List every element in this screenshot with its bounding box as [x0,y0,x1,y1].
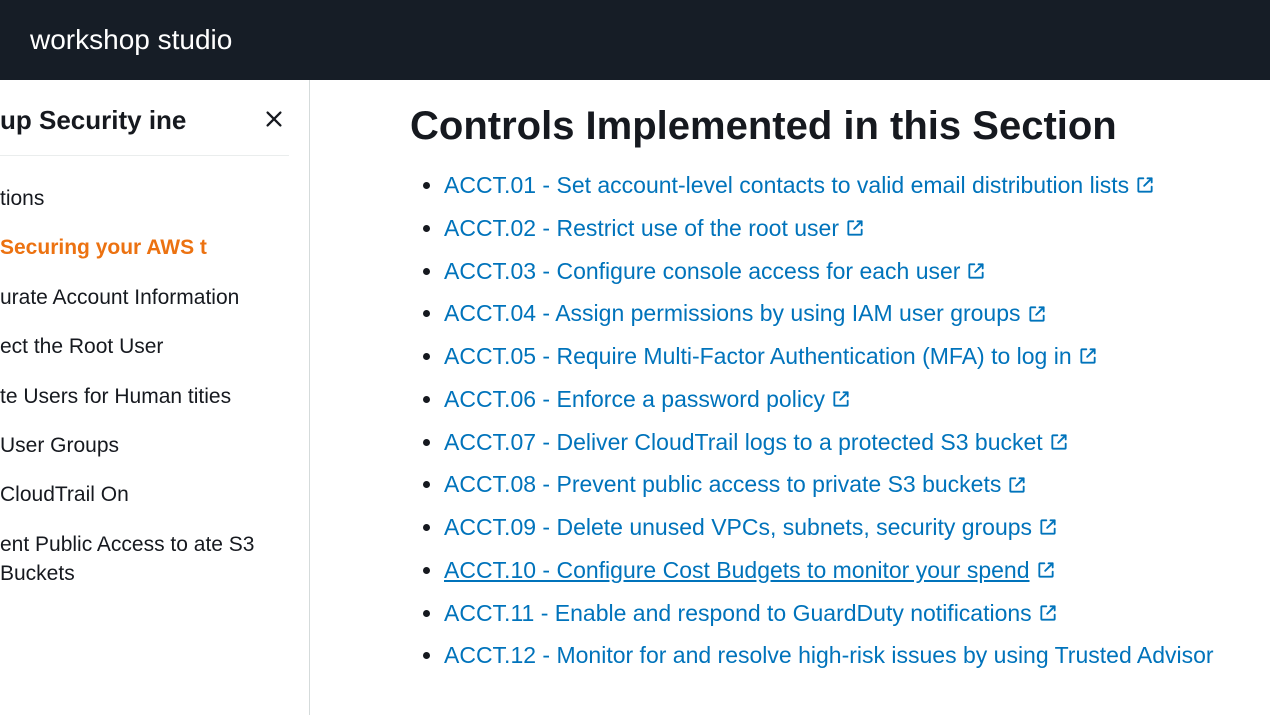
control-item: ACCT.07 - Deliver CloudTrail logs to a p… [444,428,1230,457]
control-link-text: ACCT.04 - Assign permissions by using IA… [444,299,1021,328]
sidebar: up Security ine tions Securing your AWS t… [0,80,310,715]
close-icon [263,118,285,133]
control-link-text: ACCT.05 - Require Multi-Factor Authentic… [444,342,1072,371]
control-link[interactable]: ACCT.05 - Require Multi-Factor Authentic… [444,342,1098,371]
control-link[interactable]: ACCT.10 - Configure Cost Budgets to moni… [444,556,1056,585]
sidebar-item[interactable]: ent Public Access to ate S3 Buckets [0,520,289,599]
sidebar-item-label: Securing your AWS t [0,236,207,259]
main-content: Controls Implemented in this Section ACC… [310,80,1270,715]
control-item: ACCT.11 - Enable and respond to GuardDut… [444,599,1230,628]
sidebar-item[interactable]: te Users for Human tities [0,372,289,421]
control-list: ACCT.01 - Set account-level contacts to … [410,171,1230,670]
control-link[interactable]: ACCT.04 - Assign permissions by using IA… [444,299,1047,328]
external-link-icon [966,261,986,281]
sidebar-item-label: tions [0,187,44,210]
control-item: ACCT.01 - Set account-level contacts to … [444,171,1230,200]
external-link-icon [845,218,865,238]
control-item: ACCT.02 - Restrict use of the root user [444,214,1230,243]
app-header: workshop studio [0,0,1270,80]
control-link[interactable]: ACCT.07 - Deliver CloudTrail logs to a p… [444,428,1069,457]
sidebar-item[interactable]: Securing your AWS t [0,223,289,272]
sidebar-item[interactable]: ect the Root User [0,322,289,371]
control-item: ACCT.09 - Delete unused VPCs, subnets, s… [444,513,1230,542]
sidebar-item[interactable]: User Groups [0,421,289,470]
sidebar-item[interactable]: tions [0,174,289,223]
control-link-text: ACCT.03 - Configure console access for e… [444,257,960,286]
control-link-text: ACCT.06 - Enforce a password policy [444,385,825,414]
sidebar-item[interactable]: urate Account Information [0,273,289,322]
control-item: ACCT.10 - Configure Cost Budgets to moni… [444,556,1230,585]
control-item: ACCT.05 - Require Multi-Factor Authentic… [444,342,1230,371]
control-link-text: ACCT.08 - Prevent public access to priva… [444,470,1001,499]
close-sidebar-button[interactable] [259,104,289,137]
external-link-icon [1078,346,1098,366]
sidebar-item-label: CloudTrail On [0,483,129,506]
control-link[interactable]: ACCT.09 - Delete unused VPCs, subnets, s… [444,513,1058,542]
control-link-text: ACCT.01 - Set account-level contacts to … [444,171,1129,200]
external-link-icon [1038,603,1058,623]
sidebar-header: up Security ine [0,104,289,156]
external-link-icon [1135,175,1155,195]
sidebar-nav: tions Securing your AWS t urate Account In… [0,174,289,599]
sidebar-item-label: ect the Root User [0,335,163,358]
sidebar-item[interactable]: CloudTrail On [0,470,289,519]
control-item: ACCT.08 - Prevent public access to priva… [444,470,1230,499]
control-link-text: ACCT.07 - Deliver CloudTrail logs to a p… [444,428,1043,457]
control-link[interactable]: ACCT.01 - Set account-level contacts to … [444,171,1155,200]
sidebar-item-label: te Users for Human tities [0,385,231,408]
external-link-icon [1036,560,1056,580]
control-link-text: ACCT.09 - Delete unused VPCs, subnets, s… [444,513,1032,542]
control-link-text: ACCT.10 - Configure Cost Budgets to moni… [444,556,1030,585]
sidebar-title: up Security ine [0,104,186,137]
control-link[interactable]: ACCT.08 - Prevent public access to priva… [444,470,1027,499]
control-link[interactable]: ACCT.03 - Configure console access for e… [444,257,986,286]
external-link-icon [1007,475,1027,495]
external-link-icon [1027,304,1047,324]
page-heading: Controls Implemented in this Section [410,104,1230,149]
sidebar-item-label: ent Public Access to ate S3 Buckets [0,533,254,585]
control-link[interactable]: ACCT.12 - Monitor for and resolve high-r… [444,641,1214,670]
app-title: workshop studio [30,24,232,56]
control-item: ACCT.06 - Enforce a password policy [444,385,1230,414]
control-item: ACCT.12 - Monitor for and resolve high-r… [444,641,1230,670]
main-layout: up Security ine tions Securing your AWS t… [0,80,1270,715]
control-link[interactable]: ACCT.06 - Enforce a password policy [444,385,851,414]
sidebar-item-label: urate Account Information [0,286,239,309]
external-link-icon [1049,432,1069,452]
control-item: ACCT.03 - Configure console access for e… [444,257,1230,286]
control-item: ACCT.04 - Assign permissions by using IA… [444,299,1230,328]
control-link-text: ACCT.02 - Restrict use of the root user [444,214,839,243]
control-link-text: ACCT.11 - Enable and respond to GuardDut… [444,599,1032,628]
control-link[interactable]: ACCT.11 - Enable and respond to GuardDut… [444,599,1058,628]
sidebar-item-label: User Groups [0,434,119,457]
external-link-icon [831,389,851,409]
control-link-text: ACCT.12 - Monitor for and resolve high-r… [444,641,1214,670]
external-link-icon [1038,517,1058,537]
control-link[interactable]: ACCT.02 - Restrict use of the root user [444,214,865,243]
